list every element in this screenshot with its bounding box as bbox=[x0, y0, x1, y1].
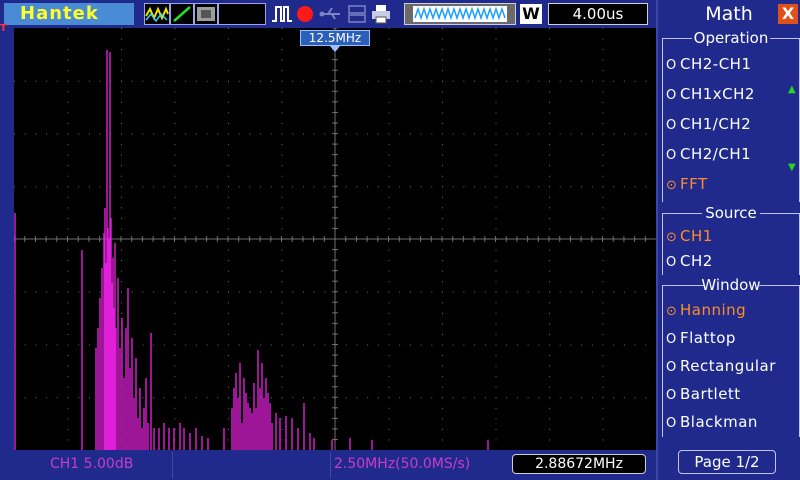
radio-checked-icon: ⊙ bbox=[666, 178, 678, 193]
operation-option[interactable]: O CH2/CH1 bbox=[666, 144, 751, 164]
radio-unchecked-icon: O bbox=[666, 58, 677, 73]
source-option-label: CH2 bbox=[680, 252, 713, 270]
radio-unchecked-icon: O bbox=[666, 88, 677, 103]
operation-option-label: CH2/CH1 bbox=[680, 145, 752, 163]
window-option-label: Blackman bbox=[680, 413, 758, 431]
operation-option-label: CH1/CH2 bbox=[680, 115, 752, 133]
fft-plot bbox=[13, 27, 656, 450]
window-option[interactable]: O Flattop bbox=[666, 328, 736, 348]
operation-option[interactable]: O CH1/CH2 bbox=[666, 114, 751, 134]
status-slot bbox=[218, 3, 266, 25]
divider bbox=[330, 452, 331, 478]
frequency-marker-label[interactable]: 12.5MHz bbox=[300, 30, 370, 46]
radio-unchecked-icon: O bbox=[666, 332, 677, 347]
radio-unchecked-icon: O bbox=[666, 416, 677, 431]
marker-caret-icon bbox=[330, 46, 340, 52]
radio-unchecked-icon: O bbox=[666, 388, 677, 403]
window-option-label: Flattop bbox=[680, 329, 736, 347]
operation-option-label: CH1xCH2 bbox=[680, 85, 755, 103]
scroll-down-icon[interactable]: ▼ bbox=[788, 162, 796, 173]
waveform-mode-icon[interactable] bbox=[144, 3, 170, 25]
scroll-up-icon[interactable]: ▲ bbox=[788, 84, 796, 95]
trigger-flag: T bbox=[0, 23, 7, 34]
operation-option-label: FFT bbox=[680, 175, 708, 193]
print-icon[interactable] bbox=[370, 3, 392, 25]
window-option[interactable]: O Rectangular bbox=[666, 356, 776, 376]
window-option-label: Bartlett bbox=[680, 385, 741, 403]
persist-icon[interactable] bbox=[194, 3, 218, 25]
operation-option[interactable]: ⊙ FFT bbox=[666, 174, 708, 194]
fft-rate: 2.50MHz(50.0MS/s) bbox=[334, 456, 471, 472]
page-button[interactable]: Page 1/2 bbox=[678, 450, 776, 474]
operation-option[interactable]: O CH2-CH1 bbox=[666, 54, 752, 74]
window-option[interactable]: O Bartlett bbox=[666, 384, 741, 404]
frequency-readout: 2.88672MHz bbox=[512, 454, 646, 474]
left-strip bbox=[0, 28, 14, 450]
operation-option[interactable]: O CH1xCH2 bbox=[666, 84, 755, 104]
brand-logo: Hantek bbox=[4, 3, 134, 25]
pulse-icon[interactable] bbox=[270, 3, 294, 25]
timebase-readout: 4.00us bbox=[548, 3, 648, 25]
window-option-label: Hanning bbox=[680, 301, 747, 319]
radio-unchecked-icon: O bbox=[666, 255, 677, 270]
window-option[interactable]: O Blackman bbox=[666, 412, 758, 432]
waveform-display bbox=[13, 27, 656, 450]
radio-checked-icon: ⊙ bbox=[666, 304, 678, 319]
radio-unchecked-icon: O bbox=[666, 148, 677, 163]
operation-option-label: CH2-CH1 bbox=[680, 55, 752, 73]
source-option[interactable]: ⊙ CH1 bbox=[666, 226, 713, 246]
edge-trigger-icon[interactable] bbox=[170, 3, 194, 25]
math-menu: Math X Operation O CH2-CH1 O CH1xCH2 O CH1/CH… bbox=[656, 0, 800, 480]
window-option-label: Rectangular bbox=[680, 357, 776, 375]
radio-unchecked-icon: O bbox=[666, 118, 677, 133]
radio-unchecked-icon: O bbox=[666, 360, 677, 375]
radio-checked-icon: ⊙ bbox=[666, 230, 678, 245]
close-button[interactable]: X bbox=[778, 4, 798, 24]
source-option-label: CH1 bbox=[680, 227, 713, 245]
record-icon[interactable] bbox=[294, 3, 316, 25]
fft-trace bbox=[14, 50, 489, 450]
ch1-scale: CH1 5.00dB bbox=[50, 456, 134, 472]
storage-icon bbox=[346, 3, 368, 25]
memory-depth-indicator bbox=[404, 3, 516, 25]
acquire-mode-letter: W bbox=[520, 4, 542, 24]
source-option[interactable]: O CH2 bbox=[666, 251, 713, 271]
window-option[interactable]: ⊙ Hanning bbox=[666, 300, 746, 320]
usb-icon bbox=[318, 3, 344, 25]
divider bbox=[172, 452, 173, 478]
